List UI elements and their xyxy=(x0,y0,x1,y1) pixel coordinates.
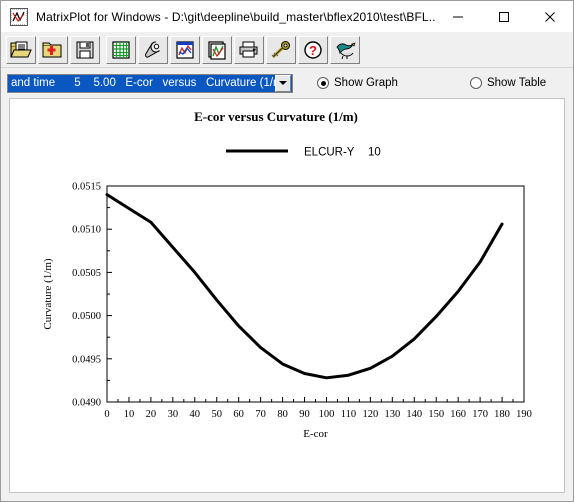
graph-window-button[interactable] xyxy=(170,35,200,64)
y-axis-label: Curvature (1/m) xyxy=(42,258,54,330)
y-tick-label: 0.0500 xyxy=(72,311,101,322)
x-tick-label: 140 xyxy=(406,409,422,420)
radio-show-table-label: Show Table xyxy=(486,77,547,89)
radio-show-graph[interactable]: Show Graph xyxy=(317,77,398,89)
y-tick-label: 0.0495 xyxy=(72,354,101,365)
table-grid-icon xyxy=(111,40,131,60)
graph-panel: E-cor versus Curvature (1/m) ELCUR-Y 10 0 10… xyxy=(9,98,565,493)
open-file-button[interactable] xyxy=(6,35,36,64)
add-file-icon xyxy=(42,40,64,60)
window-title: MatrixPlot for Windows - D:\git\deepline… xyxy=(36,9,435,24)
legend-series-value: 10 xyxy=(368,147,381,159)
x-tick-label: 0 xyxy=(104,409,109,420)
x-tick-label: 20 xyxy=(146,409,157,420)
help-icon: ? xyxy=(303,40,323,60)
about-button[interactable] xyxy=(330,35,360,64)
bird-icon xyxy=(334,40,356,60)
x-tick-label: 110 xyxy=(341,409,356,420)
x-tick-label: 30 xyxy=(168,409,179,420)
x-tick-label: 120 xyxy=(362,409,378,420)
plot-frame xyxy=(106,185,525,403)
save-icon xyxy=(75,40,95,60)
legend-series-name: ELCUR-Y xyxy=(304,147,355,159)
x-tick-label: 10 xyxy=(124,409,135,420)
y-tick-label: 0.0510 xyxy=(72,225,101,236)
radio-show-table[interactable]: Show Table xyxy=(469,77,547,89)
x-tick-label: 170 xyxy=(472,409,488,420)
x-tick-label: 160 xyxy=(450,409,466,420)
chart-title: E-cor versus Curvature (1/m) xyxy=(194,109,358,124)
svg-text:?: ? xyxy=(309,43,317,58)
series-select[interactable]: and time 5 5.00 E-cor versus Curvature (… xyxy=(7,73,293,93)
key-icon xyxy=(270,40,292,60)
radio-show-table-dot xyxy=(469,77,482,89)
x-tick-label: 130 xyxy=(384,409,400,420)
add-file-button[interactable] xyxy=(38,35,68,64)
graph-window-icon xyxy=(175,40,195,60)
minimize-button[interactable] xyxy=(435,1,481,32)
view-mode-group: Show Graph Show Table xyxy=(303,77,546,89)
selector-row: and time 5 5.00 E-cor versus Curvature (… xyxy=(1,68,573,98)
help-button[interactable]: ? xyxy=(298,35,328,64)
table-button[interactable] xyxy=(106,35,136,64)
x-tick-label: 60 xyxy=(233,409,244,420)
toolbar: ? xyxy=(1,32,573,68)
y-tick-label: 0.0505 xyxy=(72,268,101,279)
chevron-down-icon[interactable] xyxy=(275,74,291,92)
x-tick-label: 70 xyxy=(255,409,266,420)
wrench-icon xyxy=(143,40,163,60)
title-bar: MatrixPlot for Windows - D:\git\deepline… xyxy=(1,1,573,32)
x-tick-label: 180 xyxy=(494,409,510,420)
printer-icon xyxy=(238,40,260,60)
x-tick-label: 90 xyxy=(299,409,310,420)
close-button[interactable] xyxy=(527,1,573,32)
matrixplot-window: MatrixPlot for Windows - D:\git\deepline… xyxy=(0,0,574,502)
x-tick-label: 50 xyxy=(211,409,222,420)
open-file-icon xyxy=(10,40,32,60)
x-tick-label: 150 xyxy=(428,409,444,420)
x-axis-label: E-cor xyxy=(303,428,328,440)
y-tick-label: 0.0490 xyxy=(72,398,101,409)
matrixplot-app-icon xyxy=(10,7,28,26)
key-button[interactable] xyxy=(266,35,296,64)
window-controls xyxy=(435,1,573,32)
print-button[interactable] xyxy=(234,35,264,64)
save-button[interactable] xyxy=(70,35,100,64)
series-select-value: and time 5 5.00 E-cor versus Curvature (… xyxy=(11,77,275,89)
plot-panel-wrap: E-cor versus Curvature (1/m) ELCUR-Y 10 0 10… xyxy=(1,98,573,501)
x-tick-label: 40 xyxy=(190,409,201,420)
curve-page-button[interactable] xyxy=(202,35,232,64)
radio-show-graph-label: Show Graph xyxy=(334,77,398,89)
series-line-elcur-y xyxy=(105,193,504,380)
y-tick-label: 0.0515 xyxy=(72,182,101,193)
radio-show-graph-dot xyxy=(317,77,329,89)
x-tick-label: 190 xyxy=(516,409,532,420)
settings-button[interactable] xyxy=(138,35,168,64)
x-tick-label: 100 xyxy=(319,409,335,420)
curve-page-icon xyxy=(207,40,227,60)
x-tick-label: 80 xyxy=(277,409,288,420)
chart-canvas: E-cor versus Curvature (1/m)ELCUR-Y 100 10… xyxy=(42,109,532,440)
maximize-button[interactable] xyxy=(481,1,527,32)
